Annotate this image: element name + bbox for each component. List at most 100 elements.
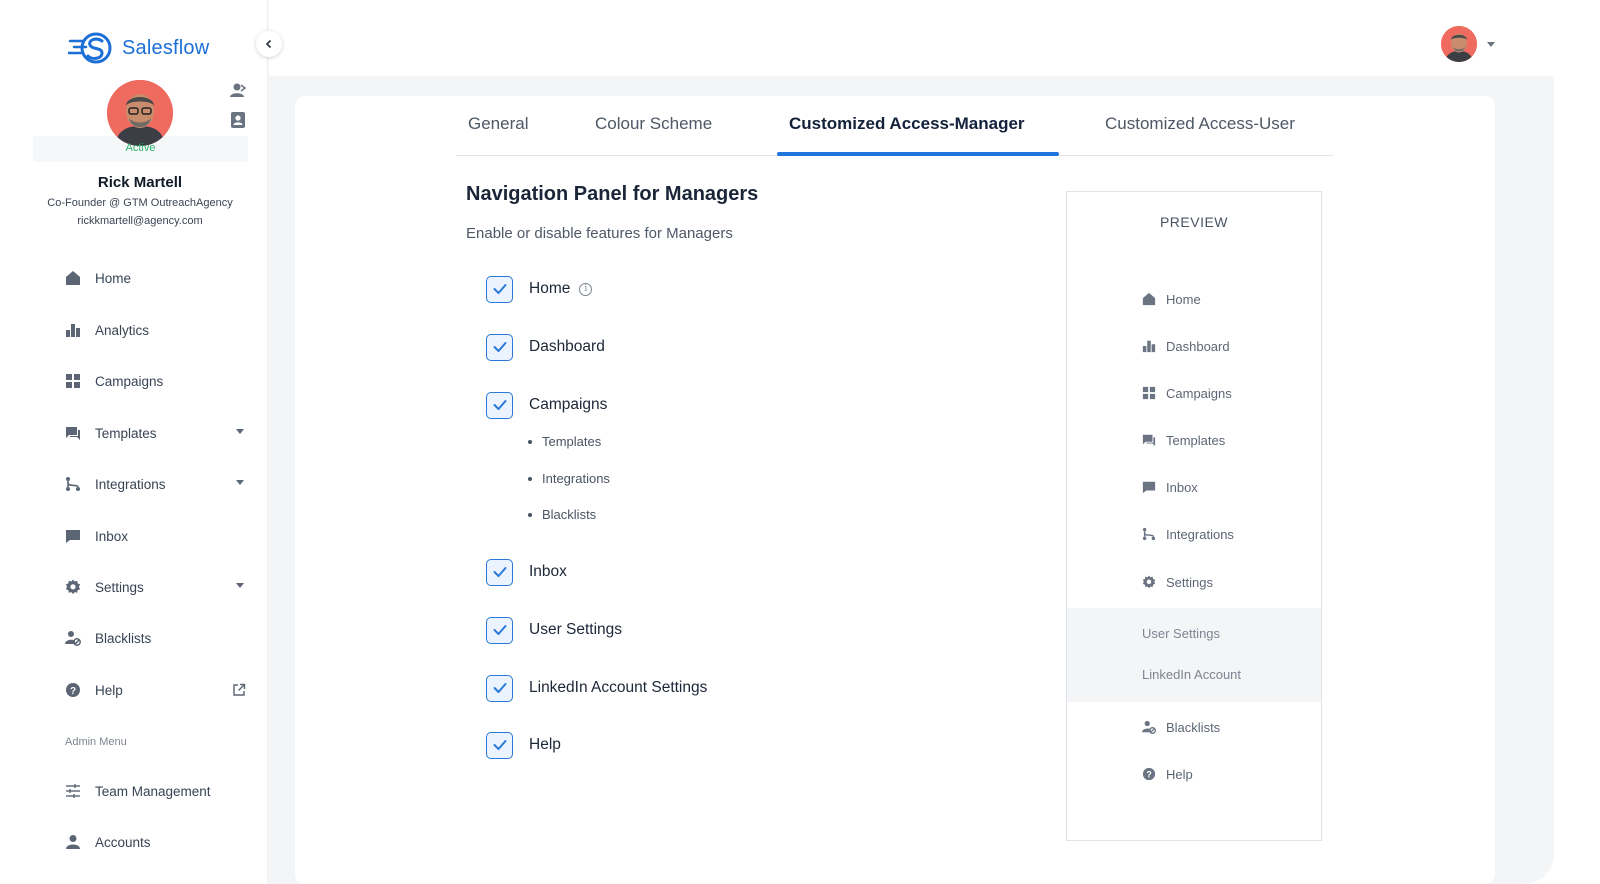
sub-feature-label: Blacklists — [542, 507, 597, 522]
sidebar-item-label: Blacklists — [95, 630, 152, 646]
checkmark-icon — [493, 284, 506, 294]
contact-card-icon[interactable] — [229, 111, 247, 129]
bullet — [528, 512, 532, 517]
bar-chart-icon — [64, 321, 82, 339]
preview-label: Templates — [1166, 432, 1226, 448]
sidebar-item-home[interactable]: Home — [64, 266, 254, 290]
external-link-icon[interactable] — [232, 683, 246, 697]
user-block-icon — [64, 629, 82, 647]
preview-subitem-linkedin-account: LinkedIn Account — [1142, 667, 1242, 682]
preview-item-integrations: Integrations — [1141, 524, 1234, 544]
branch-icon — [1141, 526, 1157, 542]
user-name: Rick Martell — [97, 174, 183, 191]
gear-icon — [64, 578, 82, 596]
feature-label: Dashboard — [529, 338, 605, 355]
section-title: Navigation Panel for Managers — [466, 183, 759, 205]
preview-label: Settings — [1166, 574, 1213, 590]
preview-item-dashboard: Dashboard — [1141, 336, 1230, 356]
feature-dashboard: Dashboard — [486, 333, 605, 361]
home-icon — [1141, 291, 1157, 307]
preview-item-home: Home — [1141, 289, 1201, 309]
salesflow-logo-icon — [68, 32, 112, 64]
sidebar-item-label: Campaigns — [95, 373, 164, 389]
gear-icon — [1141, 574, 1157, 590]
sidebar-item-accounts[interactable]: Accounts — [64, 830, 254, 854]
home-checkbox[interactable] — [486, 275, 513, 303]
inbox-checkbox[interactable] — [486, 558, 513, 586]
preview-item-campaigns: Campaigns — [1141, 383, 1232, 403]
dashboard-checkbox[interactable] — [486, 333, 513, 361]
campaigns-checkbox[interactable] — [486, 391, 513, 419]
chat-icon — [1141, 432, 1157, 448]
chevron-down-icon[interactable] — [1487, 42, 1495, 47]
feature-help: Help — [486, 731, 561, 759]
home-icon — [64, 269, 82, 287]
linkedin-settings-checkbox[interactable] — [486, 674, 513, 702]
chevron-left-icon — [265, 39, 272, 49]
chat-icon — [64, 424, 82, 442]
checkmark-icon — [493, 625, 506, 635]
checkmark-icon — [493, 400, 506, 410]
sidebar-item-integrations[interactable]: Integrations — [64, 472, 254, 496]
sidebar-item-blacklists[interactable]: Blacklists — [64, 626, 254, 650]
grid-icon — [1141, 385, 1157, 401]
status-badge: Active — [125, 142, 156, 154]
sub-feature-label: Templates — [542, 434, 602, 449]
logo[interactable]: Salesflow — [68, 30, 209, 66]
preview-settings-submenu: User Settings LinkedIn Account — [1067, 608, 1321, 702]
user-menu-avatar[interactable] — [1441, 26, 1477, 62]
user-block-icon — [1141, 719, 1157, 735]
chevron-down-icon[interactable] — [236, 480, 244, 485]
bar-chart-icon — [1141, 338, 1157, 354]
feature-campaigns: Campaigns — [486, 391, 607, 419]
tab-customized-access-user[interactable]: Customized Access-User — [1105, 114, 1295, 134]
sidebar-item-inbox[interactable]: Inbox — [64, 524, 254, 548]
preview-item-inbox: Inbox — [1141, 477, 1198, 497]
sidebar-item-analytics[interactable]: Analytics — [64, 318, 254, 342]
sidebar-item-campaigns[interactable]: Campaigns — [64, 369, 254, 393]
sidebar-item-templates[interactable]: Templates — [64, 421, 254, 445]
feature-linkedin-account-settings: LinkedIn Account Settings — [486, 674, 707, 702]
sidebar-item-help[interactable]: ? Help — [64, 678, 254, 702]
help-icon: ? — [64, 681, 82, 699]
preview-label: Help — [1166, 766, 1193, 782]
checkmark-icon — [493, 342, 506, 352]
tab-general[interactable]: General — [468, 114, 528, 134]
preview-item-blacklists: Blacklists — [1141, 717, 1220, 737]
sub-feature-label: Integrations — [542, 471, 610, 486]
avatar-portrait-icon — [107, 80, 173, 146]
preview-label: Integrations — [1166, 526, 1234, 542]
sidebar-item-label: Templates — [95, 425, 157, 441]
avatar[interactable] — [107, 80, 173, 146]
sub-feature-templates: Templates — [528, 434, 601, 449]
help-icon: ? — [1141, 766, 1157, 782]
switch-user-icon[interactable] — [229, 81, 247, 99]
tab-colour-scheme[interactable]: Colour Scheme — [595, 114, 712, 134]
sidebar-item-label: Home — [95, 270, 132, 286]
collapse-sidebar-button[interactable] — [256, 31, 282, 57]
preview-title: PREVIEW — [1159, 214, 1229, 230]
chevron-down-icon[interactable] — [236, 583, 244, 588]
sliders-icon — [64, 782, 82, 800]
feature-user-settings: User Settings — [486, 616, 622, 644]
sidebar-item-team-management[interactable]: Team Management — [64, 779, 254, 803]
preview-label: Campaigns — [1166, 385, 1232, 401]
chevron-down-icon[interactable] — [236, 429, 244, 434]
feature-inbox: Inbox — [486, 558, 567, 586]
preview-item-templates: Templates — [1141, 430, 1225, 450]
tab-customized-access-manager[interactable]: Customized Access-Manager — [789, 114, 1025, 134]
sidebar-item-settings[interactable]: Settings — [64, 575, 254, 599]
top-bar — [269, 0, 1600, 76]
sidebar-item-label: Inbox — [95, 528, 129, 544]
help-checkbox[interactable] — [486, 731, 513, 759]
checkmark-icon — [493, 567, 506, 577]
active-tab-indicator — [777, 152, 1059, 156]
info-icon[interactable]: i — [579, 282, 593, 296]
branch-icon — [64, 475, 82, 493]
feature-label: Inbox — [529, 563, 567, 580]
sidebar-item-label: Settings — [95, 579, 144, 595]
user-settings-checkbox[interactable] — [486, 616, 513, 644]
section-subtitle: Enable or disable features for Managers — [466, 225, 733, 242]
svg-text:?: ? — [1146, 770, 1151, 780]
message-icon — [1141, 479, 1157, 495]
